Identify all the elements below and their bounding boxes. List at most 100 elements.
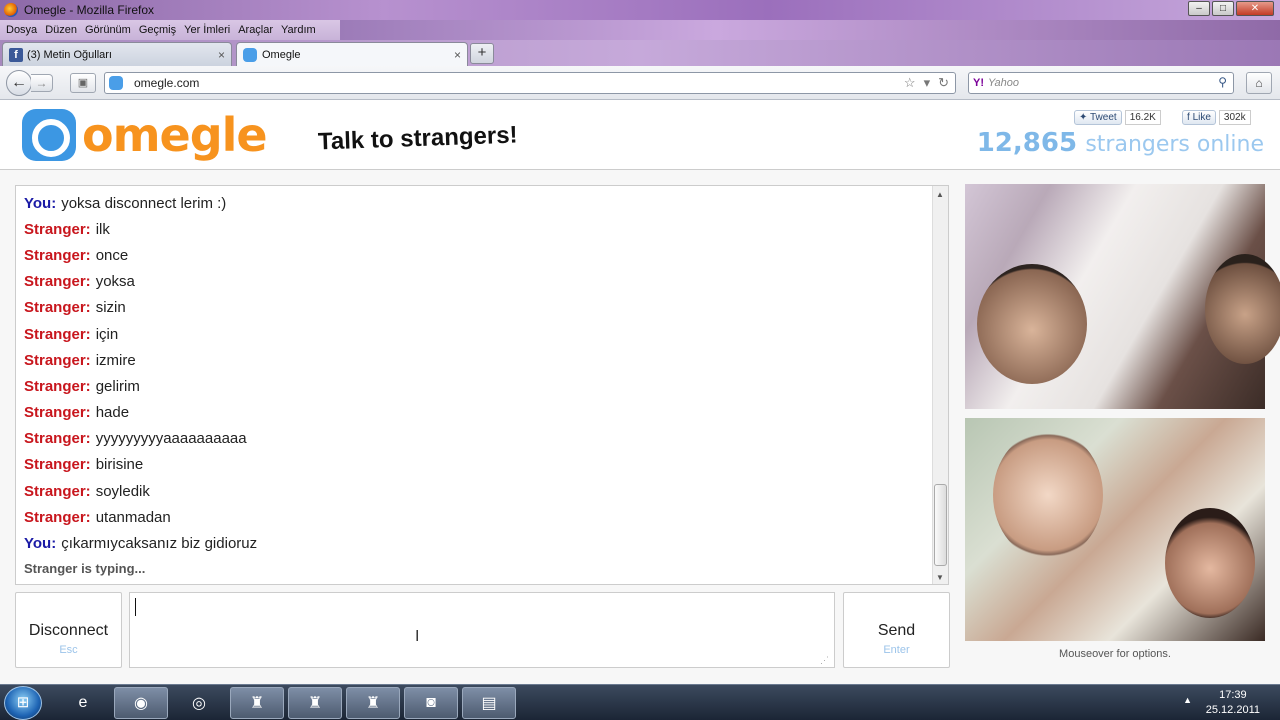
text-caret <box>135 598 136 616</box>
like-widget: f Like 302k <box>1182 110 1251 125</box>
chat-log: You: yoksa disconnect lerim :) Stranger: i… <box>24 190 924 576</box>
tweet-label: Tweet <box>1090 112 1117 123</box>
chat-message: Stranger: gelirim <box>24 373 924 399</box>
chat-controls: Disconnect Esc I ⋰ Send Enter <box>15 592 950 668</box>
url-bar[interactable]: omegle.com ☆ ▾ ↻ <box>104 72 956 94</box>
dropdown-arrow-icon[interactable]: ▾ <box>924 75 931 91</box>
person-face <box>977 264 1087 384</box>
url-text[interactable]: omegle.com <box>134 76 199 90</box>
message-text: hade <box>95 404 130 422</box>
system-clock[interactable]: 17:39 25.12.2011 <box>1206 688 1260 718</box>
message-text: gelirim <box>95 377 140 395</box>
menu-duzen[interactable]: Düzen <box>41 24 81 36</box>
tab-facebook[interactable]: f (3) Metin Oğulları × <box>2 42 232 66</box>
resize-grip-icon[interactable]: ⋰ <box>820 655 829 666</box>
message-sender: Stranger: <box>24 273 91 291</box>
facebook-icon: f <box>1187 112 1190 123</box>
omegle-logo[interactable]: omegle <box>22 108 268 162</box>
menu-yardim[interactable]: Yardım <box>277 24 320 36</box>
scroll-up-icon[interactable]: ▲ <box>936 190 944 199</box>
site-header: omegle Talk to strangers! ✦ Tweet 16.2K … <box>0 100 1280 170</box>
home-button[interactable]: ⌂ <box>1246 72 1272 94</box>
window-titlebar: Omegle - Mozilla Firefox – □ ✕ <box>0 0 1280 20</box>
chat-message: Stranger: utanmadan <box>24 504 924 530</box>
message-sender: You: <box>24 535 57 553</box>
message-text: için <box>95 325 119 343</box>
tab-close-icon[interactable]: × <box>454 48 461 62</box>
tab-label: Omegle <box>262 48 301 61</box>
person-face <box>993 430 1103 560</box>
video-editor-icon[interactable]: ▤ <box>462 687 516 719</box>
menu-yer-imleri[interactable]: Yer İmleri <box>180 24 234 36</box>
firefox-icon <box>4 3 18 17</box>
game-window-icon[interactable]: ♜ <box>346 687 400 719</box>
minimize-button[interactable]: – <box>1188 1 1210 16</box>
bookmarks-icon[interactable]: ▣ <box>70 73 96 93</box>
back-button[interactable]: ← <box>6 70 32 96</box>
start-button[interactable]: ⊞ <box>4 686 42 720</box>
search-box[interactable]: Y! Yahoo ⚲ <box>968 72 1234 94</box>
disconnect-button[interactable]: Disconnect Esc <box>15 592 122 668</box>
message-sender: Stranger: <box>24 430 91 448</box>
disconnect-shortcut: Esc <box>59 644 78 656</box>
like-button[interactable]: f Like <box>1182 110 1216 125</box>
message-text: çıkarmıycaksanız biz gidioruz <box>61 535 258 553</box>
new-tab-button[interactable]: + <box>470 43 494 64</box>
internet-explorer-icon[interactable]: e <box>56 687 110 719</box>
twitter-bird-icon: ✦ <box>1079 112 1088 123</box>
chrome-icon[interactable]: ◎ <box>172 687 226 719</box>
send-button[interactable]: Send Enter <box>843 592 950 668</box>
bookmark-star-icon[interactable]: ☆ <box>904 75 916 91</box>
game-window-icon[interactable]: ♜ <box>230 687 284 719</box>
scroll-down-icon[interactable]: ▼ <box>936 573 944 582</box>
message-sender: Stranger: <box>24 220 91 238</box>
message-input[interactable] <box>129 592 835 668</box>
message-text: once <box>95 246 129 264</box>
self-video[interactable] <box>965 418 1265 641</box>
chat-message: Stranger: ilk <box>24 216 924 242</box>
message-sender: Stranger: <box>24 325 91 343</box>
chat-message: Stranger: birisine <box>24 452 924 478</box>
message-text: utanmadan <box>95 508 171 526</box>
tweet-widget: ✦ Tweet 16.2K <box>1074 110 1161 125</box>
scrollbar-thumb[interactable] <box>934 484 947 566</box>
chat-message: You: çıkarmıycaksanız biz gidioruz <box>24 530 924 556</box>
search-icon[interactable]: ⚲ <box>1218 75 1227 89</box>
site-identity-icon <box>109 76 123 90</box>
tab-omegle[interactable]: Omegle × <box>236 42 468 66</box>
chat-message: Stranger: yyyyyyyyyaaaaaaaaaa <box>24 426 924 452</box>
message-text: ilk <box>95 220 110 238</box>
stranger-video[interactable] <box>965 184 1280 409</box>
menu-gorunum[interactable]: Görünüm <box>81 24 135 36</box>
forward-button[interactable]: → <box>31 74 53 92</box>
send-shortcut: Enter <box>883 644 910 656</box>
chat-log-box: You: yoksa disconnect lerim :) Stranger: i… <box>15 185 949 585</box>
menu-gecmis[interactable]: Geçmiş <box>135 24 180 36</box>
firefox-taskbar-icon[interactable]: ◉ <box>114 687 168 719</box>
online-counter: 12,865 strangers online <box>977 128 1264 158</box>
message-sender: Stranger: <box>24 508 91 526</box>
chat-message: Stranger: soyledik <box>24 478 924 504</box>
yahoo-icon[interactable]: Y! <box>973 77 984 89</box>
message-sender: Stranger: <box>24 377 91 395</box>
close-window-button[interactable]: ✕ <box>1236 1 1274 16</box>
person-face <box>1165 508 1255 618</box>
game-window-icon[interactable]: ♜ <box>288 687 342 719</box>
maximize-button[interactable]: □ <box>1212 1 1234 16</box>
url-actions: ☆ ▾ ↻ <box>904 75 949 91</box>
message-text: yyyyyyyyyaaaaaaaaaa <box>95 430 247 448</box>
omegle-favicon-icon <box>243 47 257 62</box>
webcam-app-icon[interactable]: ◙ <box>404 687 458 719</box>
tab-close-icon[interactable]: × <box>218 48 225 62</box>
person-face <box>1205 254 1280 364</box>
menu-dosya[interactable]: Dosya <box>2 24 41 36</box>
menu-araclar[interactable]: Araçlar <box>234 24 277 36</box>
tweet-button[interactable]: ✦ Tweet <box>1074 110 1122 125</box>
chat-message: Stranger: yoksa <box>24 269 924 295</box>
clock-time: 17:39 <box>1219 689 1247 701</box>
tray-expand-icon[interactable]: ▲ <box>1183 695 1192 705</box>
reload-icon[interactable]: ↻ <box>938 75 949 91</box>
message-sender: You: <box>24 194 57 212</box>
chat-scrollbar[interactable]: ▲ ▼ <box>932 186 948 584</box>
search-placeholder[interactable]: Yahoo <box>988 77 1019 89</box>
